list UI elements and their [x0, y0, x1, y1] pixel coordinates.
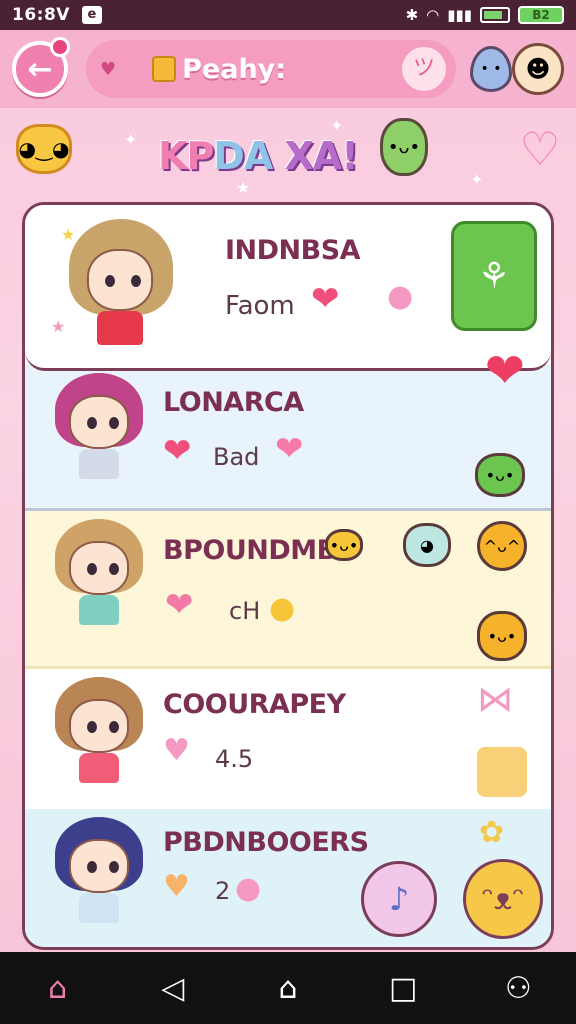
decor-banner: ◕‿◕ KPDA XA! •ᴗ• ♡ ✦ ★ ✦ ✦ — [0, 108, 576, 204]
favorite-heart-icon[interactable]: ❤ — [485, 343, 525, 399]
status-time: 16:8V — [12, 5, 70, 25]
home-nav-icon[interactable]: ⌂ — [258, 971, 318, 1006]
bow-icon: ⋈ — [477, 679, 513, 720]
sparkle-icon: ✦ — [124, 130, 138, 149]
notification-dot — [50, 37, 70, 57]
friends-list-card: PBDNBOOERS ♥ 2 ● ✿ COOURAPEY ♥ 4.5 ⋈ BPO… — [22, 202, 554, 950]
happy-face-icon: ᵔᴥᵔ — [481, 881, 525, 917]
sparkle-icon: ✦ — [330, 116, 344, 135]
sparkle-icon: ★ — [51, 317, 66, 336]
recent-apps-icon[interactable]: □ — [373, 971, 433, 1006]
sparkle-icon: ★ — [61, 225, 76, 244]
chick-icon: •ᴗ• — [325, 529, 363, 561]
user-icon[interactable]: ⚇ — [488, 971, 548, 1006]
list-item-name: COOURAPEY — [163, 689, 346, 720]
list-item[interactable]: LONARCA ❤ Bad ❤ •ᴗ• — [25, 365, 551, 511]
list-item-name: INDNBSA — [225, 235, 361, 266]
logo-part-2: DA — [213, 134, 285, 178]
lollipop-icon: ❤ — [165, 585, 194, 625]
app-header: ← ♥ Peahy: ツ • • ☻ — [0, 30, 576, 108]
avatar — [51, 519, 147, 629]
heart-icon: ♥ — [163, 869, 190, 904]
list-item-value: 4.5 — [215, 745, 254, 773]
dragon-buddy-icon: •ᴗ• — [475, 453, 525, 497]
avatar — [51, 373, 147, 483]
heart-face-icon: ❤ — [275, 429, 304, 469]
list-item[interactable]: COOURAPEY ♥ 4.5 ⋈ — [25, 669, 551, 809]
back-button[interactable]: ← — [12, 37, 70, 97]
status-bar: 16:8V e ✱ ◠ ▮▮▮ B2 — [0, 0, 576, 30]
list-item-name: BPOUNDMB — [163, 535, 337, 566]
list-item-value: cH — [229, 597, 261, 625]
cat-face-sticker: ◕‿◕ — [16, 124, 72, 174]
duck-icon: ● — [269, 591, 296, 626]
leaf-buddy-sticker: •ᴗ• — [380, 118, 428, 176]
avatar — [51, 677, 147, 787]
heart-icon: ♥ — [100, 58, 117, 80]
list-item-name: LONARCA — [163, 387, 304, 418]
chick-face-icon: •ᴗ• — [477, 611, 527, 661]
battery-icon — [480, 7, 510, 23]
status-icons: ✱ ◠ ▮▮▮ B2 — [406, 6, 564, 24]
notification-icon: e — [81, 6, 102, 24]
list-item-value: Bad — [213, 443, 260, 471]
sun-face-icon: ^ᴗ^ — [477, 521, 527, 571]
heart-sticker: ♡ — [519, 122, 561, 176]
home-tab-icon[interactable]: ⌂ — [28, 971, 88, 1006]
sparkle-icon: ★ — [236, 178, 251, 197]
profile-avatar-button[interactable]: ☻ — [512, 43, 564, 95]
pig-face-icon: ● — [387, 279, 414, 314]
app-logo: KPDA XA! — [158, 134, 359, 178]
battery-badge: B2 — [518, 6, 564, 24]
droplet-buddy-icon[interactable]: • • — [470, 46, 512, 92]
list-item-selected[interactable]: ★ ★ INDNBSA Faom ❤ ● ⚘ — [25, 205, 551, 371]
page-title: Peahy: — [182, 53, 287, 85]
frog-icon: ◕ — [403, 523, 451, 567]
avatar — [65, 219, 175, 349]
back-arrow-icon: ← — [27, 51, 53, 87]
leaf-icon: ✿ — [479, 815, 505, 850]
heart-icon: ♥ — [163, 733, 190, 768]
signal-icon: ▮▮▮ — [447, 6, 472, 24]
sparkle-icon: ✦ — [470, 170, 484, 189]
back-nav-icon[interactable]: ◁ — [143, 971, 203, 1006]
avatar — [51, 817, 147, 927]
list-item[interactable]: BPOUNDMB ❤ cH ● •ᴗ• ◕ ^ᴗ^ •ᴗ• — [25, 511, 551, 669]
smile-face-button[interactable]: ツ — [402, 47, 446, 91]
yellow-tile-icon[interactable] — [477, 747, 527, 797]
list-item-value: Faom — [225, 291, 295, 321]
pig-face-icon: ● — [235, 871, 262, 906]
heart-icon: ❤ — [311, 279, 340, 319]
music-button[interactable]: ♪ — [361, 861, 437, 937]
list-item-value: 2 — [215, 877, 231, 905]
list-item-name: PBDNBOOERS — [163, 827, 369, 858]
emoji-button[interactable]: ᵔᴥᵔ — [463, 859, 543, 939]
logo-part-1: KP — [158, 134, 214, 178]
bluetooth-icon: ✱ — [405, 6, 419, 24]
system-nav-bar: ⌂ ◁ ⌂ □ ⚇ — [0, 952, 576, 1024]
share-button[interactable]: ⚘ — [451, 221, 537, 331]
title-bar[interactable]: ♥ Peahy: ツ • • — [86, 40, 512, 98]
logo-part-3: XA! — [284, 134, 358, 178]
heart-icon: ❤ — [163, 431, 192, 471]
bag-icon — [152, 56, 177, 82]
music-note-icon: ♪ — [388, 880, 410, 918]
share-icon: ⚘ — [477, 255, 511, 297]
wifi-icon: ◠ — [426, 6, 440, 24]
